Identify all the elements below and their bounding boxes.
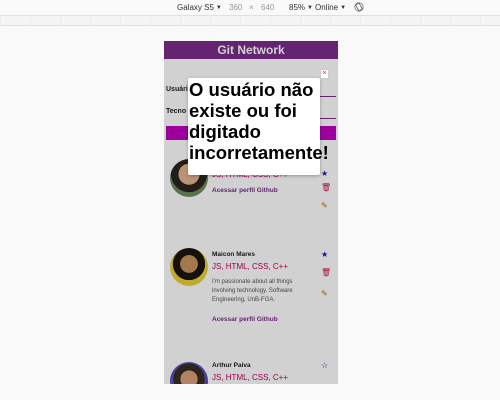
- device-viewport: Git Network Usuári Tecno JS, HTML, CSS, …: [164, 41, 338, 384]
- network-throttle-select[interactable]: Online ▼: [315, 3, 346, 12]
- error-modal: O usuário não existe ou foi digitado inc…: [188, 78, 329, 175]
- zoom-label: 85%: [289, 3, 306, 12]
- close-icon[interactable]: ×: [320, 69, 329, 79]
- network-label: Online: [315, 3, 339, 12]
- devtools-toolbar: Galaxy S5 ▼ 360 × 640 85% ▼ Online ▼: [0, 0, 500, 16]
- chevron-down-icon: ▼: [307, 4, 313, 11]
- viewport-height[interactable]: 640: [261, 3, 274, 12]
- dimension-separator: ×: [249, 3, 254, 12]
- chevron-down-icon: ▼: [215, 4, 222, 11]
- chevron-down-icon: ▼: [340, 4, 347, 11]
- error-message: O usuário não existe ou foi digitado inc…: [189, 79, 329, 163]
- zoom-select[interactable]: 85% ▼: [289, 3, 313, 12]
- rotate-device-icon[interactable]: [354, 2, 364, 12]
- viewport-width[interactable]: 360: [229, 3, 242, 12]
- device-select[interactable]: Galaxy S5 ▼: [177, 3, 222, 12]
- device-label: Galaxy S5: [177, 3, 214, 12]
- ruler: [0, 16, 500, 26]
